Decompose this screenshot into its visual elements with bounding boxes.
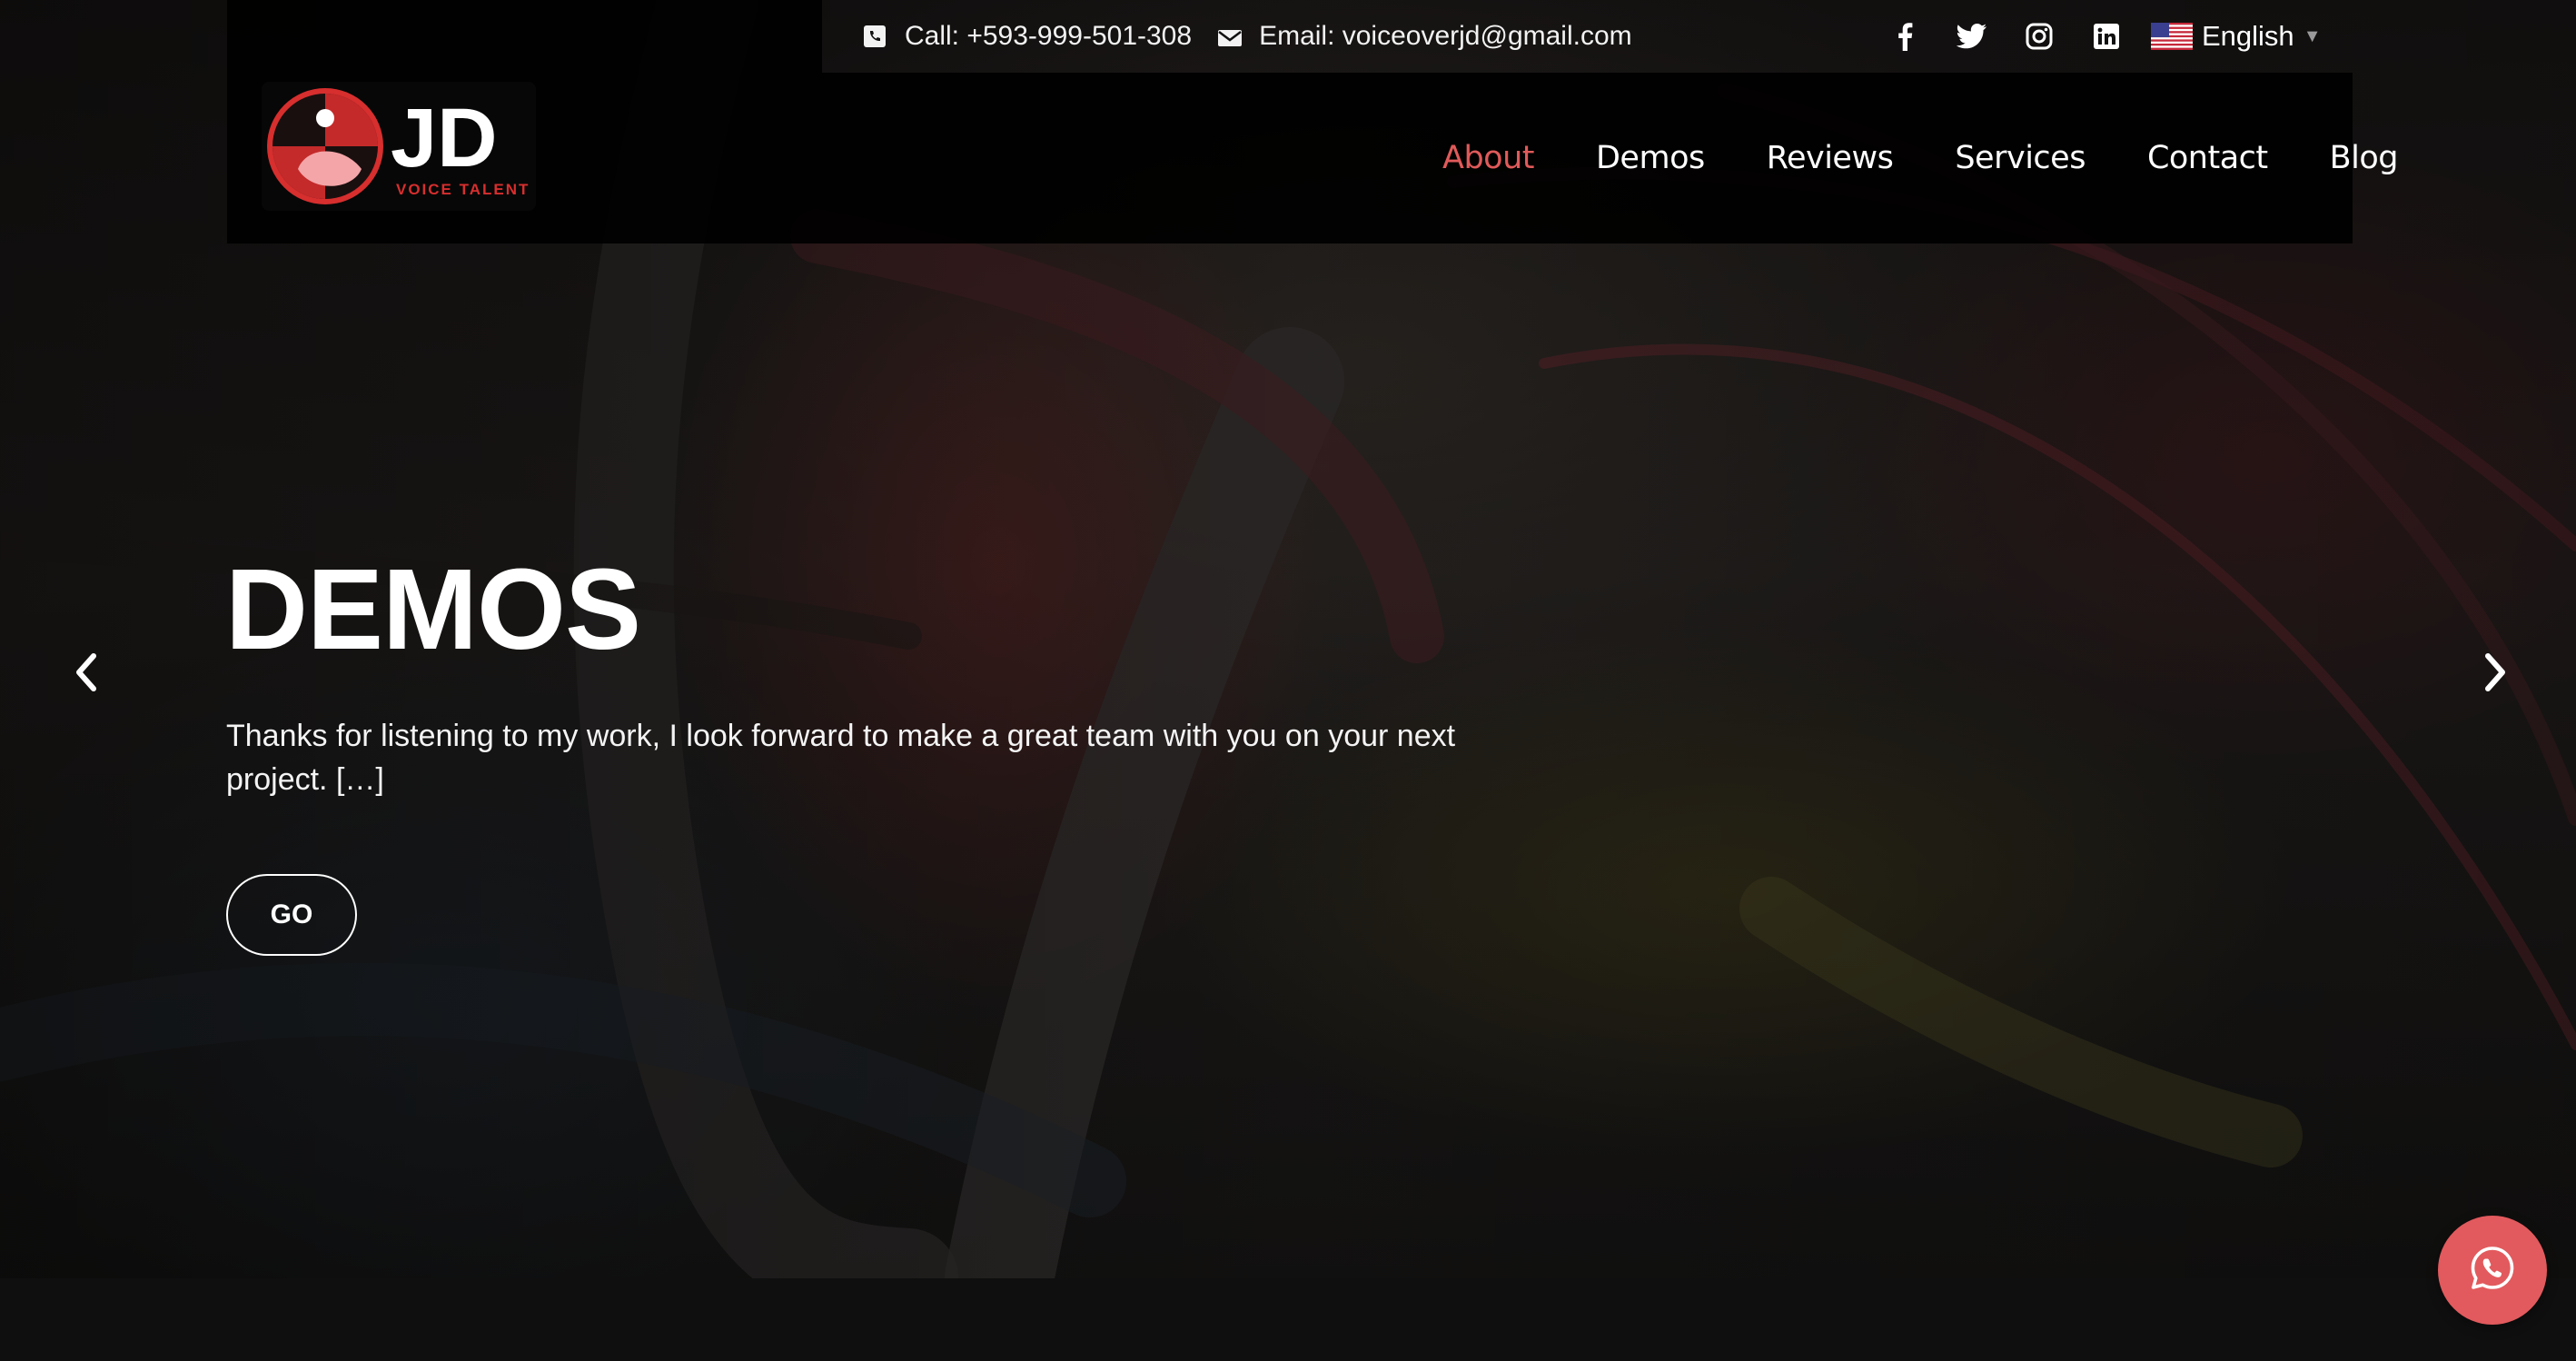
whatsapp-icon (2468, 1244, 2517, 1297)
linkedin-icon[interactable] (2073, 0, 2140, 73)
facebook-icon[interactable] (1871, 0, 1938, 73)
language-selector[interactable]: English ▼ (2151, 0, 2321, 73)
go-button[interactable]: GO (226, 874, 357, 956)
whatsapp-button[interactable] (2438, 1216, 2547, 1325)
us-flag-icon (2151, 23, 2193, 50)
slider-prev-button[interactable] (58, 647, 113, 701)
social-links (1871, 0, 2140, 73)
language-label: English (2202, 20, 2294, 52)
logo-tagline-text: VOICE TALENT (396, 181, 530, 198)
email-contact[interactable]: Email: voiceoverjd@gmail.com (1217, 21, 1632, 52)
phone-icon (863, 25, 887, 48)
twitter-icon[interactable] (1938, 0, 2006, 73)
section-divider (0, 1278, 2576, 1361)
nav-item-about[interactable]: About (1442, 140, 1534, 176)
nav-item-contact[interactable]: Contact (2147, 140, 2268, 176)
instagram-icon[interactable] (2006, 0, 2073, 73)
nav-item-demos[interactable]: Demos (1596, 140, 1705, 176)
chevron-left-icon (72, 652, 99, 697)
logo-mark-text: JD (391, 92, 498, 184)
phone-text: Call: +593-999-501-308 (905, 21, 1193, 51)
nav-item-blog[interactable]: Blog (2330, 140, 2399, 176)
nav-item-reviews[interactable]: Reviews (1767, 140, 1894, 176)
hero-title: DEMOS (225, 545, 641, 673)
jd-voice-talent-logo[interactable]: JD VOICE TALENT (262, 82, 536, 211)
nav-item-services[interactable]: Services (1955, 140, 2086, 176)
chevron-down-icon: ▼ (2303, 25, 2322, 46)
email-text: Email: voiceoverjd@gmail.com (1259, 21, 1632, 51)
phone-contact[interactable]: Call: +593-999-501-308 (863, 21, 1192, 52)
main-nav: About Demos Reviews Services Contact Blo… (1381, 73, 2398, 243)
hero-description: Thanks for listening to my work, I look … (226, 719, 1456, 797)
slider-next-button[interactable] (2469, 647, 2523, 701)
chevron-right-icon (2482, 652, 2510, 697)
envelope-icon (1217, 25, 1243, 48)
